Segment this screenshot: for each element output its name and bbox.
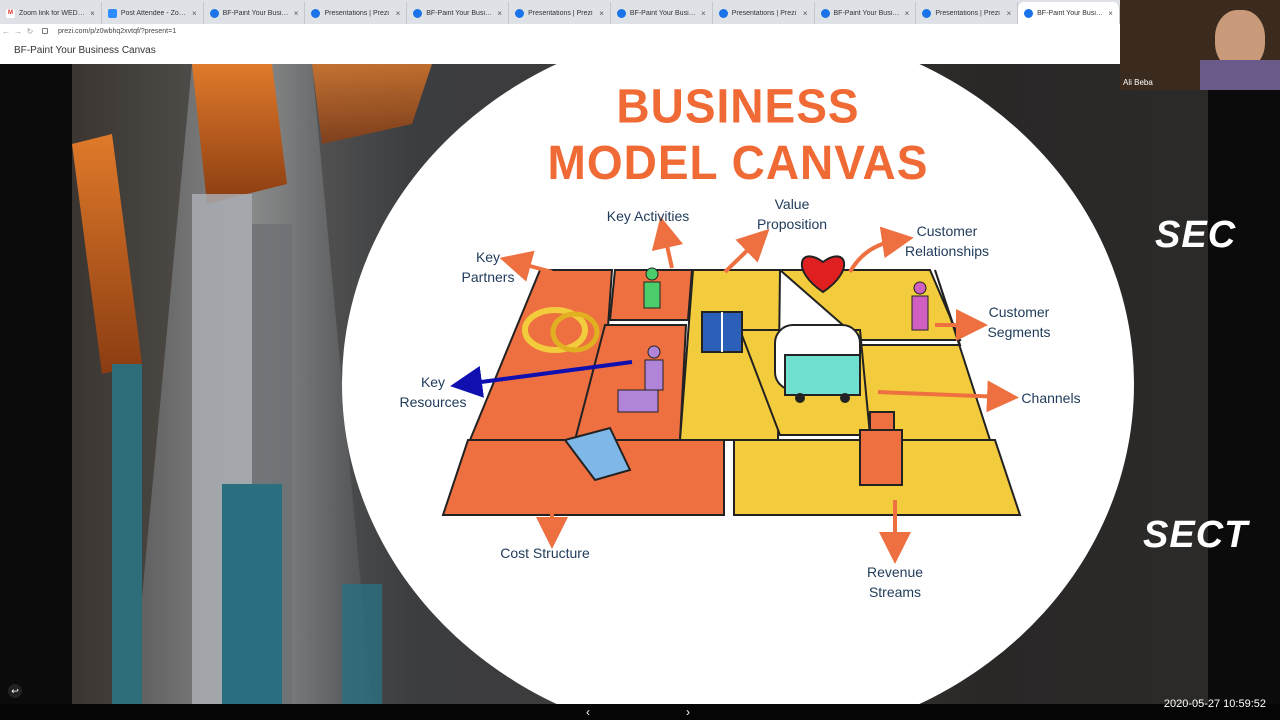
zoom-icon — [107, 8, 117, 18]
side-section-text-1: SEC — [1155, 214, 1237, 256]
back-arrow-button[interactable]: ↩ — [8, 684, 22, 698]
url-text[interactable]: prezi.com/p/z0wbhq2xvtqf/?present=1 — [58, 28, 176, 35]
prezi-icon — [311, 8, 321, 18]
close-tab-icon[interactable]: × — [497, 9, 502, 18]
tab-title: BF-Paint Your Business C — [629, 9, 697, 17]
close-tab-icon[interactable]: × — [599, 9, 604, 18]
next-slide-button[interactable]: › — [686, 704, 690, 720]
browser-tab[interactable]: Presentations | Prezi × — [305, 2, 408, 24]
label-value-proposition: Value Proposition — [756, 196, 828, 232]
back-nav-icon[interactable]: ← — [0, 27, 12, 36]
prezi-icon — [922, 8, 932, 18]
side-section-text-2: SECT — [1143, 514, 1249, 556]
label-cost-structure: Cost Structure — [500, 545, 590, 561]
browser-tab[interactable]: Presentations | Prezi × — [916, 2, 1019, 24]
lock-icon — [42, 28, 48, 34]
browser-tab[interactable]: Post Attendee - Zoom × — [102, 2, 204, 24]
slide-title: BUSINESS MODEL CANVAS — [547, 78, 929, 190]
tab-title: Presentations | Prezi — [528, 9, 593, 17]
browser-tab[interactable]: BF-Paint Your Business C × — [1018, 2, 1120, 24]
label-customer-segments: Customer Segments — [987, 304, 1051, 340]
browser-tab[interactable]: BF-Paint Your Business C × — [611, 2, 713, 24]
label-revenue-streams: Revenue Streams — [866, 564, 924, 600]
close-tab-icon[interactable]: × — [1108, 9, 1113, 18]
tab-title: BF-Paint Your Business C — [833, 9, 901, 17]
presentation-title: BF-Paint Your Business Canvas — [0, 38, 1120, 64]
label-key-partners: Key Partners — [461, 249, 515, 285]
browser-tab[interactable]: BF-Paint Your Business C × — [407, 2, 510, 24]
tab-title: Presentations | Prezi — [324, 9, 389, 17]
tab-title: Presentations | Prezi — [935, 9, 1000, 17]
previous-slide-button[interactable]: ‹ — [586, 704, 590, 720]
prezi-icon — [413, 8, 423, 18]
close-tab-icon[interactable]: × — [905, 9, 910, 18]
tab-title: Presentations | Prezi — [731, 9, 797, 17]
timestamp: 2020-05-27 10:59:52 — [1163, 698, 1266, 710]
forward-nav-icon[interactable]: → — [12, 27, 24, 36]
tab-title: BF-Paint Your Business C — [426, 9, 493, 17]
label-key-activities: Key Activities — [606, 208, 690, 224]
prezi-icon — [820, 8, 830, 18]
browser-tab[interactable]: Presentations | Prezi × — [509, 2, 611, 24]
label-channels: Channels — [1021, 390, 1081, 406]
close-tab-icon[interactable]: × — [396, 9, 401, 18]
close-tab-icon[interactable]: × — [803, 9, 808, 18]
browser-tab[interactable]: BF-Paint Your Business C × — [204, 2, 306, 24]
browser-tab[interactable]: Presentations | Prezi × — [713, 2, 815, 24]
tab-title: Post Attendee - Zoom — [120, 9, 188, 17]
close-tab-icon[interactable]: × — [90, 9, 95, 18]
tab-title: Zoom link for WEDC Bus — [19, 9, 86, 17]
participant-name: Ali Beba — [1123, 78, 1153, 87]
browser-tab[interactable]: M Zoom link for WEDC Bus × — [0, 2, 102, 24]
prezi-icon — [718, 8, 728, 18]
participant-shirt — [1200, 60, 1280, 90]
close-tab-icon[interactable]: × — [1006, 9, 1011, 18]
presentation-controls: ‹ › 2020-05-27 10:59:52 — [0, 698, 1280, 720]
prezi-icon — [1024, 8, 1034, 18]
close-tab-icon[interactable]: × — [294, 9, 299, 18]
label-key-resources: Key Resources — [399, 374, 467, 410]
label-customer-relationships: Customer Relationships — [904, 223, 990, 259]
tab-title: BF-Paint Your Business C — [1037, 9, 1104, 17]
reload-icon[interactable]: ↻ — [24, 27, 36, 36]
close-tab-icon[interactable]: × — [701, 9, 706, 18]
prezi-icon — [616, 8, 626, 18]
tab-title: BF-Paint Your Business C — [222, 9, 290, 17]
gmail-icon: M — [6, 8, 15, 18]
browser-tab[interactable]: BF-Paint Your Business C × — [815, 2, 917, 24]
browser-tab-strip: MZoom link for WEDC Bus×Post Attendee - … — [0, 0, 1120, 24]
prezi-icon — [515, 8, 525, 18]
address-bar[interactable]: ← → ↻ prezi.com/p/z0wbhq2xvtqf/?present=… — [0, 24, 1120, 38]
close-tab-icon[interactable]: × — [192, 9, 197, 18]
prezi-icon — [209, 8, 219, 18]
participant-video[interactable]: Ali Beba — [1120, 0, 1280, 90]
